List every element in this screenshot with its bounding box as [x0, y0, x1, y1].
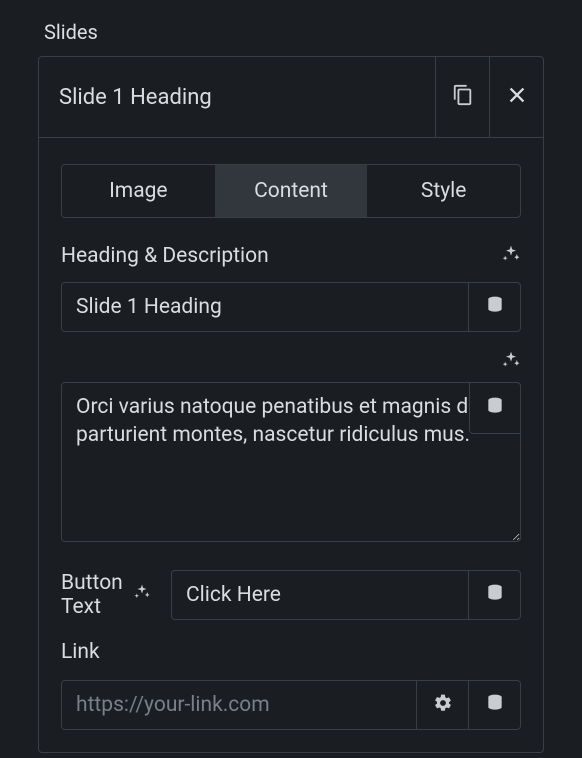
button-text-dynamic-button[interactable]	[469, 570, 521, 620]
heading-dynamic-button[interactable]	[469, 282, 521, 332]
link-input[interactable]	[61, 680, 417, 730]
slide-panel: Slide 1 Heading Image Content Style Head…	[38, 56, 544, 753]
sparkle-icon[interactable]	[133, 583, 151, 607]
panel-body: Image Content Style Heading & Descriptio…	[39, 138, 543, 752]
panel-title[interactable]: Slide 1 Heading	[39, 57, 435, 137]
sparkle-icon[interactable]	[501, 244, 521, 268]
tab-content[interactable]: Content	[215, 165, 368, 217]
button-text-row: Button Text	[61, 570, 521, 620]
link-label: Link	[61, 640, 521, 664]
button-text-input[interactable]	[171, 570, 469, 620]
button-text-field-row	[171, 570, 521, 620]
link-dynamic-button[interactable]	[469, 680, 521, 730]
gear-icon	[433, 693, 453, 717]
copy-icon	[452, 84, 474, 110]
sparkle-icon[interactable]	[501, 350, 521, 374]
heading-desc-label-row: Heading & Description	[61, 244, 521, 268]
description-textarea[interactable]	[61, 382, 521, 542]
duplicate-button[interactable]	[435, 57, 489, 137]
description-field-wrap	[61, 382, 521, 542]
link-field-row	[61, 680, 521, 730]
button-text-label: Button Text	[61, 571, 151, 619]
database-icon	[485, 396, 505, 420]
tab-bar: Image Content Style	[61, 164, 521, 218]
panel-header: Slide 1 Heading	[39, 57, 543, 138]
link-settings-button[interactable]	[417, 680, 469, 730]
database-icon	[485, 693, 505, 717]
heading-desc-label: Heading & Description	[61, 244, 269, 268]
database-icon	[485, 583, 505, 607]
description-sparkle-row	[61, 350, 521, 374]
heading-input[interactable]	[61, 282, 469, 332]
close-button[interactable]	[489, 57, 543, 137]
tab-style[interactable]: Style	[367, 165, 520, 217]
section-label-slides: Slides	[44, 20, 562, 44]
close-icon	[506, 84, 528, 110]
heading-field-row	[61, 282, 521, 332]
database-icon	[485, 295, 505, 319]
tab-image[interactable]: Image	[62, 165, 215, 217]
description-dynamic-button[interactable]	[469, 382, 521, 434]
